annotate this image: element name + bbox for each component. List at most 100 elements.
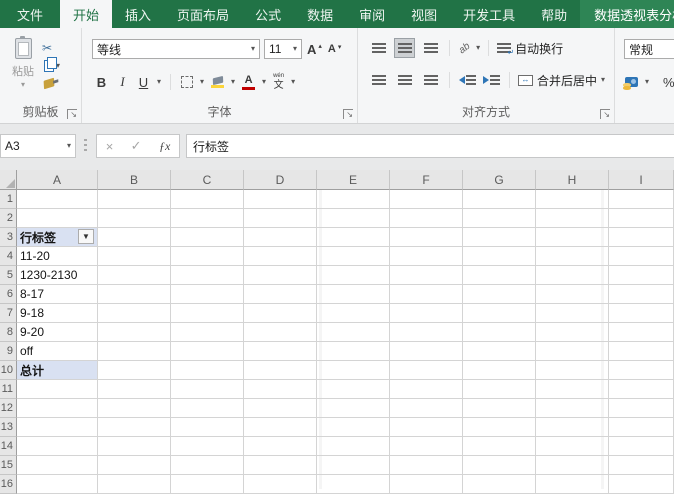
cell-D5[interactable]: [244, 266, 317, 285]
cell-G15[interactable]: [463, 456, 536, 475]
cell-A15[interactable]: [17, 456, 98, 475]
cell-B8[interactable]: [98, 323, 171, 342]
chevron-down-icon[interactable]: ▾: [157, 78, 161, 86]
cell-G2[interactable]: [463, 209, 536, 228]
font-color-button[interactable]: A: [241, 74, 256, 91]
cell-A11[interactable]: [17, 380, 98, 399]
cell-H15[interactable]: [536, 456, 609, 475]
cell-C7[interactable]: [171, 304, 244, 323]
tab-formulas[interactable]: 公式: [242, 0, 294, 28]
column-header-A[interactable]: A: [17, 170, 98, 190]
cell-F9[interactable]: [390, 342, 463, 361]
cell-E9[interactable]: [317, 342, 390, 361]
increase-indent-button[interactable]: [482, 74, 501, 86]
bold-button[interactable]: B: [94, 74, 109, 91]
cell-B10[interactable]: [98, 361, 171, 380]
cell-H8[interactable]: [536, 323, 609, 342]
tab-file[interactable]: 文件: [0, 0, 60, 28]
cell-C11[interactable]: [171, 380, 244, 399]
font-size-combo[interactable]: 11 ▾: [264, 39, 302, 59]
cell-F8[interactable]: [390, 323, 463, 342]
cell-B3[interactable]: [98, 228, 171, 247]
cell-G1[interactable]: [463, 190, 536, 209]
cell-C12[interactable]: [171, 399, 244, 418]
cell-H13[interactable]: [536, 418, 609, 437]
cell-A8[interactable]: 9-20: [17, 323, 98, 342]
tab-help[interactable]: 帮助: [528, 0, 580, 28]
row-header-10[interactable]: 10: [0, 361, 17, 380]
cell-E10[interactable]: [317, 361, 390, 380]
cell-D3[interactable]: [244, 228, 317, 247]
cell-H3[interactable]: [536, 228, 609, 247]
cell-B12[interactable]: [98, 399, 171, 418]
cell-D13[interactable]: [244, 418, 317, 437]
cell-A1[interactable]: [17, 190, 98, 209]
row-header-16[interactable]: 16: [0, 475, 17, 494]
cell-C1[interactable]: [171, 190, 244, 209]
cell-G16[interactable]: [463, 475, 536, 494]
tab-view[interactable]: 视图: [398, 0, 450, 28]
decrease-indent-button[interactable]: [458, 74, 477, 86]
chevron-down-icon[interactable]: ▾: [291, 78, 295, 86]
cell-B1[interactable]: [98, 190, 171, 209]
cell-I5[interactable]: [609, 266, 674, 285]
cell-D16[interactable]: [244, 475, 317, 494]
cell-I7[interactable]: [609, 304, 674, 323]
cell-I3[interactable]: [609, 228, 674, 247]
cell-C3[interactable]: [171, 228, 244, 247]
cell-D15[interactable]: [244, 456, 317, 475]
cell-E2[interactable]: [317, 209, 390, 228]
cell-E16[interactable]: [317, 475, 390, 494]
font-name-combo[interactable]: 等线 ▾: [92, 39, 260, 59]
cell-B15[interactable]: [98, 456, 171, 475]
merge-center-button[interactable]: ↔ 合并后居中 ▾: [518, 72, 605, 89]
cell-B13[interactable]: [98, 418, 171, 437]
cell-I9[interactable]: [609, 342, 674, 361]
row-header-13[interactable]: 13: [0, 418, 17, 437]
align-center-button[interactable]: [394, 70, 415, 90]
cell-I8[interactable]: [609, 323, 674, 342]
cell-C6[interactable]: [171, 285, 244, 304]
cell-D14[interactable]: [244, 437, 317, 456]
cell-F5[interactable]: [390, 266, 463, 285]
cell-E1[interactable]: [317, 190, 390, 209]
cell-C10[interactable]: [171, 361, 244, 380]
italic-button[interactable]: I: [115, 73, 130, 91]
cell-F10[interactable]: [390, 361, 463, 380]
cell-A13[interactable]: [17, 418, 98, 437]
tab-home[interactable]: 开始: [60, 0, 113, 28]
row-header-3[interactable]: 3: [0, 228, 17, 247]
cell-E6[interactable]: [317, 285, 390, 304]
cell-I14[interactable]: [609, 437, 674, 456]
paste-button[interactable]: 粘贴 ▾: [6, 36, 40, 96]
cell-A14[interactable]: [17, 437, 98, 456]
tab-review[interactable]: 审阅: [346, 0, 398, 28]
number-format-combo[interactable]: 常规: [624, 39, 674, 59]
cell-G4[interactable]: [463, 247, 536, 266]
tab-pivottable-analyze[interactable]: 数据透视表分析: [580, 0, 674, 28]
column-header-I[interactable]: I: [609, 170, 674, 190]
cell-C14[interactable]: [171, 437, 244, 456]
cell-D1[interactable]: [244, 190, 317, 209]
insert-function-button[interactable]: ƒx: [159, 139, 170, 154]
cell-D7[interactable]: [244, 304, 317, 323]
cell-E4[interactable]: [317, 247, 390, 266]
cell-H9[interactable]: [536, 342, 609, 361]
cell-D9[interactable]: [244, 342, 317, 361]
chevron-down-icon[interactable]: ▾: [645, 78, 649, 86]
cell-B11[interactable]: [98, 380, 171, 399]
alignment-dialog-launcher[interactable]: ↘: [600, 109, 610, 119]
cell-F16[interactable]: [390, 475, 463, 494]
cell-G10[interactable]: [463, 361, 536, 380]
cell-C16[interactable]: [171, 475, 244, 494]
align-right-button[interactable]: [420, 70, 441, 90]
cell-F14[interactable]: [390, 437, 463, 456]
clipboard-dialog-launcher[interactable]: ↘: [67, 109, 77, 119]
phonetic-guide-button[interactable]: wén 文: [272, 72, 285, 92]
cell-C13[interactable]: [171, 418, 244, 437]
cell-D8[interactable]: [244, 323, 317, 342]
cell-I10[interactable]: [609, 361, 674, 380]
cell-D11[interactable]: [244, 380, 317, 399]
cell-B6[interactable]: [98, 285, 171, 304]
cell-G5[interactable]: [463, 266, 536, 285]
